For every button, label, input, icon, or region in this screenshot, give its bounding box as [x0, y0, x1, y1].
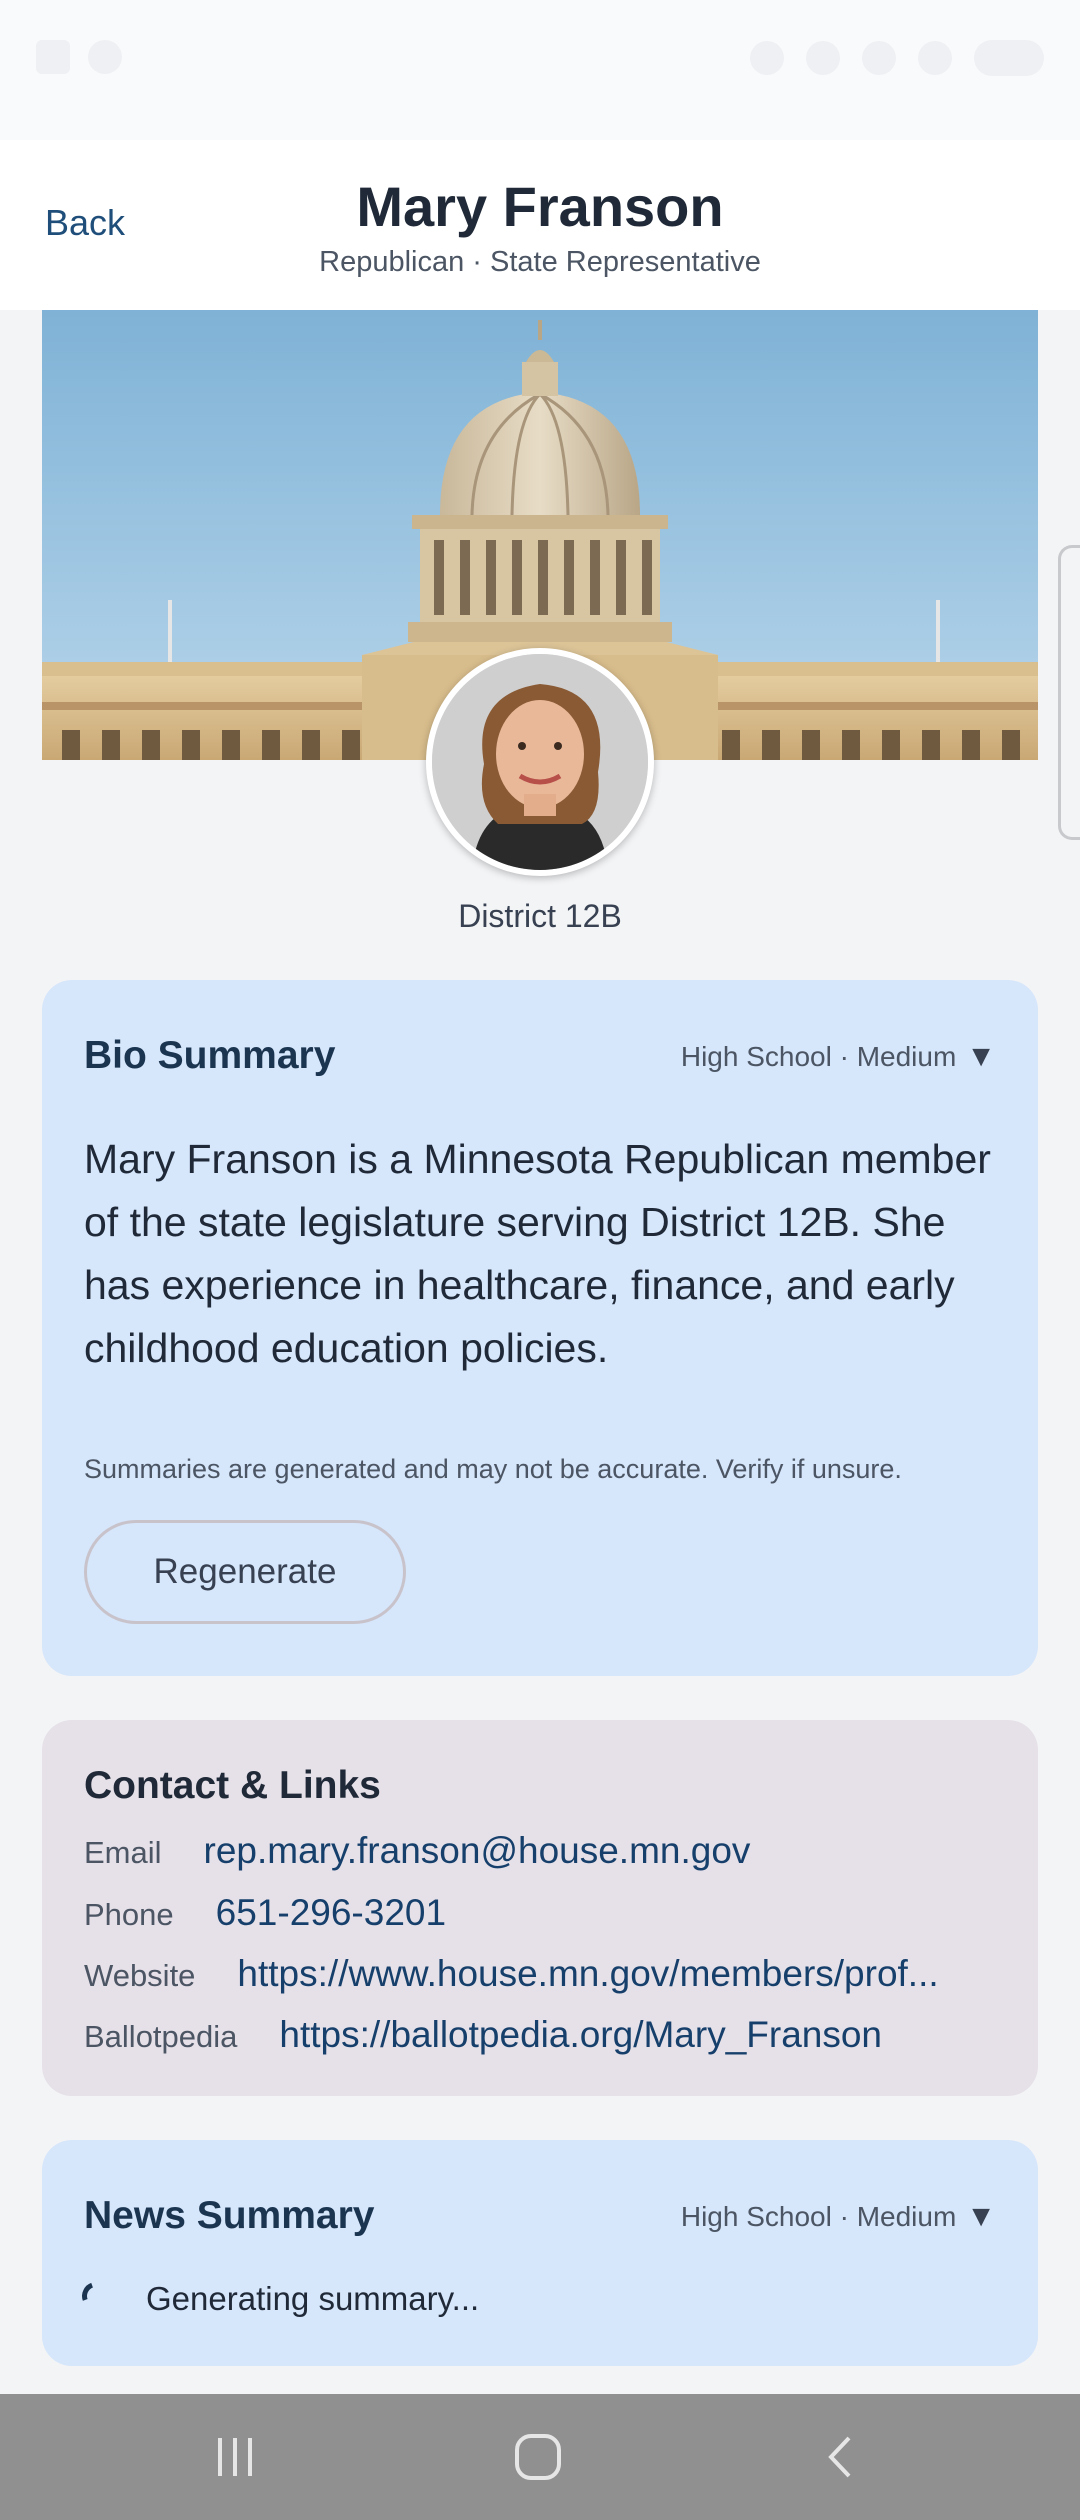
status-bar [0, 0, 1080, 140]
caret-down-icon: ▼ [966, 1040, 996, 1073]
bio-summary-text: Mary Franson is a Minnesota Republican m… [84, 1136, 991, 1371]
notification-icon [36, 40, 70, 74]
contact-row-website: Website https://www.house.mn.gov/members… [84, 1953, 977, 1995]
contact-row-ballotpedia: Ballotpedia https://ballotpedia.org/Mary… [84, 2014, 882, 2056]
website-link[interactable]: https://www.house.mn.gov/members/prof... [237, 1953, 977, 1995]
regenerate-button[interactable]: Regenerate [84, 1520, 406, 1624]
bio-summary-card: Bio Summary High School · Medium ▼ Mary … [42, 980, 1038, 1676]
bio-summary-title: Bio Summary [84, 1034, 336, 1077]
home-icon[interactable] [478, 2394, 598, 2520]
email-label: Email [84, 1835, 162, 1870]
news-summary-title: News Summary [84, 2194, 375, 2237]
news-level-dropdown[interactable]: High School · Medium ▼ [681, 2200, 996, 2234]
contact-row-phone: Phone 651-296-3201 [84, 1892, 446, 1934]
phone-label: Phone [84, 1897, 174, 1932]
signal-icon [862, 41, 896, 75]
notification-icon [88, 40, 122, 74]
contact-links-card: Contact & Links Email rep.mary.franson@h… [42, 1720, 1038, 2096]
caret-down-icon: ▼ [966, 2200, 996, 2233]
website-label: Website [84, 1958, 196, 1993]
phone-link[interactable]: 651-296-3201 [216, 1892, 446, 1934]
page-title: Mary Franson [356, 175, 724, 238]
portrait-photo [432, 654, 648, 870]
scroll-handle[interactable] [1058, 545, 1080, 840]
contact-row-email: Email rep.mary.franson@house.mn.gov [84, 1830, 750, 1872]
signal-icon [918, 41, 952, 75]
bio-level-dropdown[interactable]: High School · Medium ▼ [681, 1040, 996, 1074]
news-level-value: High School · Medium [680, 2201, 957, 2232]
email-link[interactable]: rep.mary.franson@house.mn.gov [204, 1830, 751, 1872]
bio-level-value: High School · Medium [680, 1041, 957, 1072]
avatar [426, 648, 654, 876]
news-status-text: Generating summary... [146, 2280, 480, 2317]
loading-spinner-icon [77, 2277, 115, 2315]
back-icon[interactable] [780, 2394, 900, 2520]
status-left [36, 40, 122, 74]
wifi-icon [806, 41, 840, 75]
contact-links-title: Contact & Links [84, 1764, 381, 1807]
district-label: District 12B [458, 898, 622, 934]
status-right [750, 40, 1044, 76]
bluetooth-icon [750, 41, 784, 75]
news-summary-card: News Summary High School · Medium ▼ Gene… [42, 2140, 1038, 2366]
ballotpedia-label: Ballotpedia [84, 2019, 238, 2054]
recents-icon[interactable] [175, 2394, 295, 2520]
system-nav-bar [0, 2394, 1080, 2520]
battery-icon [974, 40, 1044, 76]
app-header: Back Mary Franson Republican · State Rep… [0, 140, 1080, 310]
page-subtitle: Republican · State Representative [319, 246, 761, 278]
summary-disclaimer: Summaries are generated and may not be a… [84, 1454, 902, 1484]
ballotpedia-link[interactable]: https://ballotpedia.org/Mary_Franson [279, 2014, 882, 2056]
